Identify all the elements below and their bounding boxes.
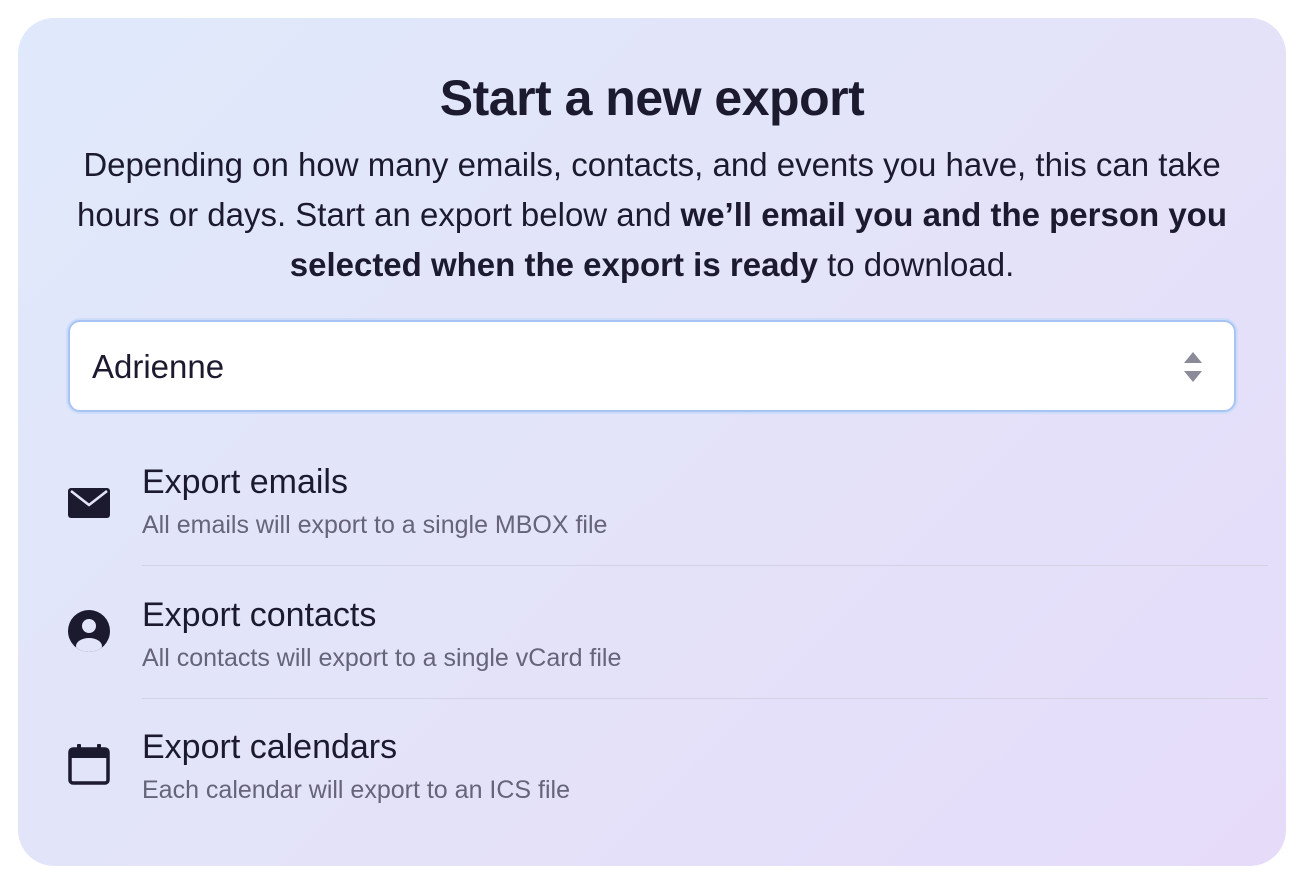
page-title: Start a new export xyxy=(439,70,865,126)
envelope-icon xyxy=(68,488,110,518)
select-updown-icon xyxy=(1184,352,1202,382)
export-description: Depending on how many emails, contacts, … xyxy=(68,140,1236,290)
export-calendars-option[interactable]: Export calendars Each calendar will expo… xyxy=(68,727,1268,859)
export-contacts-option[interactable]: Export contacts All contacts will export… xyxy=(68,595,1268,727)
option-subtitle: Each calendar will export to an ICS file xyxy=(142,776,570,804)
option-subtitle: All contacts will export to a single vCa… xyxy=(142,644,622,672)
person-select-value: Adrienne xyxy=(92,348,225,385)
option-title: Export contacts xyxy=(142,596,377,634)
export-emails-option[interactable]: Export emails All emails will export to … xyxy=(68,462,1268,594)
option-title: Export emails xyxy=(142,463,348,501)
export-card: Start a new export Depending on how many… xyxy=(18,18,1286,866)
user-circle-icon xyxy=(68,610,110,652)
divider xyxy=(142,698,1268,699)
person-select[interactable]: Adrienne xyxy=(68,320,1236,412)
option-title: Export calendars xyxy=(142,728,398,766)
calendar-icon xyxy=(68,744,110,785)
divider xyxy=(142,565,1268,566)
option-subtitle: All emails will export to a single MBOX … xyxy=(142,511,608,539)
description-text-end: to download. xyxy=(817,246,1015,283)
